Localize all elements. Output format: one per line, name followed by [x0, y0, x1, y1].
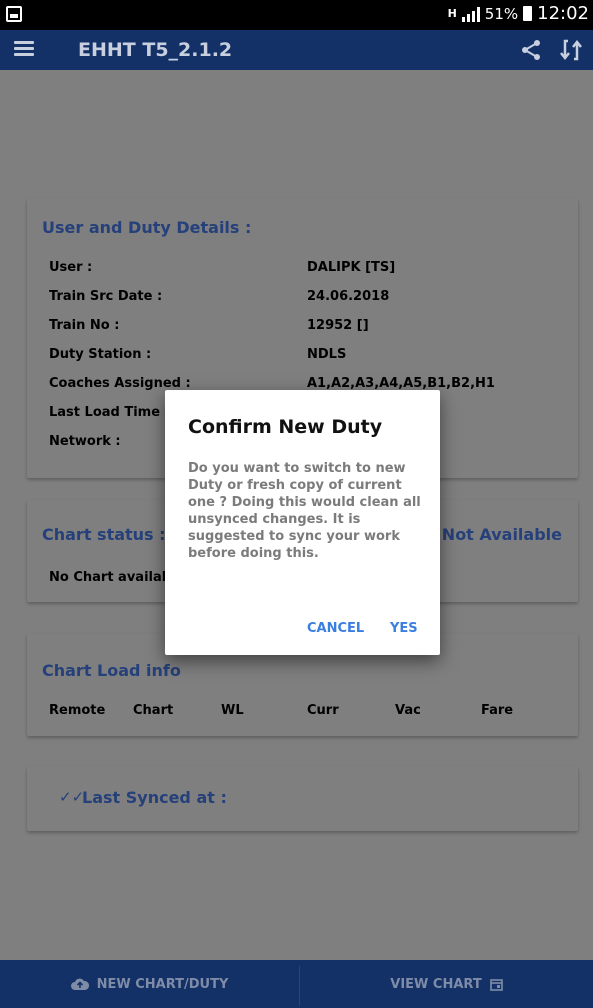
chart-load-title: Chart Load info — [42, 661, 181, 680]
confirm-new-duty-dialog: Confirm New Duty Do you want to switch t… — [165, 390, 440, 655]
last-load-time-label: Last Load Time : — [49, 405, 170, 420]
calendar-icon — [489, 978, 503, 991]
network-label: Network : — [49, 434, 121, 449]
signal-icon — [461, 6, 480, 22]
double-check-icon: ✓✓ — [59, 788, 85, 806]
column-curr: Curr — [307, 703, 339, 718]
column-chart: Chart — [133, 703, 174, 718]
app-bar: EHHT T5_2.1.2 — [0, 30, 593, 70]
coaches-assigned-label: Coaches Assigned : — [49, 376, 191, 391]
chart-status-value: Not Available — [441, 525, 562, 544]
network-type: H — [447, 7, 457, 20]
chart-status-title: Chart status : — [42, 525, 166, 544]
train-no-label: Train No : — [49, 318, 120, 333]
status-bar: H 51% 12:02 — [0, 0, 593, 30]
column-fare: Fare — [481, 703, 514, 718]
duty-station-label: Duty Station : — [49, 347, 152, 362]
dialog-title: Confirm New Duty — [188, 416, 383, 438]
last-synced-label: Last Synced at : — [82, 788, 227, 807]
duty-details-title: User and Duty Details : — [42, 218, 252, 237]
user-value: DALIPK [TS] — [307, 260, 396, 275]
menu-icon[interactable] — [12, 38, 36, 62]
new-chart-duty-button[interactable]: NEW CHART/DUTY — [0, 960, 299, 1008]
train-no-value: 12952 [] — [307, 318, 369, 333]
train-src-date-value: 24.06.2018 — [307, 289, 390, 304]
sync-icon[interactable] — [559, 37, 583, 63]
last-synced-card: ✓✓ Last Synced at : — [27, 766, 578, 831]
cancel-button[interactable]: CANCEL — [307, 621, 364, 636]
view-chart-label: VIEW CHART — [390, 976, 482, 992]
clock: 12:02 — [537, 3, 589, 24]
yes-button[interactable]: YES — [390, 621, 418, 636]
dialog-message: Do you want to switch to new Duty or fre… — [188, 461, 421, 561]
app-title: EHHT T5_2.1.2 — [78, 39, 233, 61]
new-chart-duty-label: NEW CHART/DUTY — [96, 976, 229, 992]
battery-icon — [523, 6, 533, 21]
train-src-date-label: Train Src Date : — [49, 289, 163, 304]
column-vac: Vac — [395, 703, 421, 718]
battery-percent: 51% — [484, 4, 519, 23]
column-remote: Remote — [49, 703, 106, 718]
share-icon[interactable] — [519, 38, 543, 62]
bottom-action-bar: NEW CHART/DUTY VIEW CHART — [0, 960, 593, 1008]
screenshot-notification-icon — [6, 6, 22, 22]
user-label: User : — [49, 260, 93, 275]
column-wl: WL — [221, 703, 244, 718]
duty-station-value: NDLS — [307, 347, 347, 362]
cloud-upload-icon — [70, 978, 89, 990]
view-chart-button[interactable]: VIEW CHART — [300, 960, 593, 1008]
coaches-assigned-value: A1,A2,A3,A4,A5,B1,B2,H1 — [307, 376, 495, 391]
status-indicators: H 51% 12:02 — [448, 3, 589, 24]
